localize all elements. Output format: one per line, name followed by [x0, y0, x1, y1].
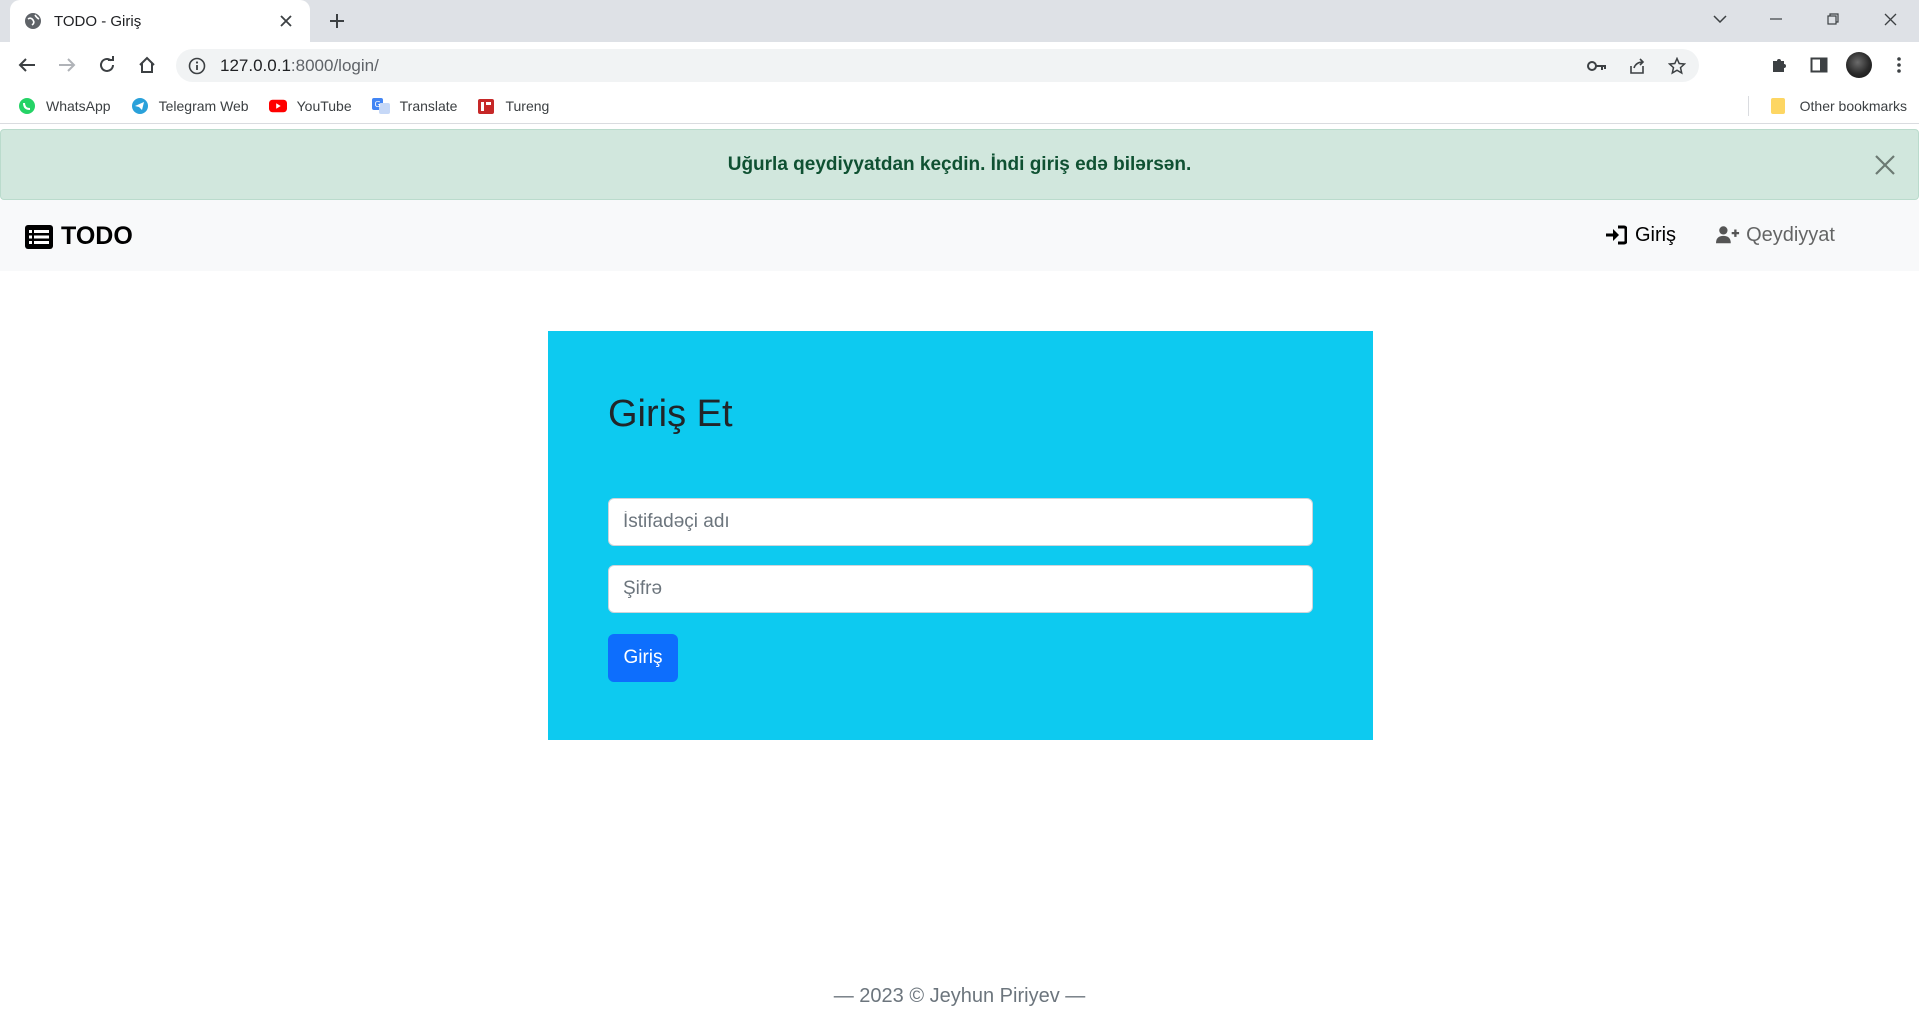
url-path: :8000/login/	[290, 55, 379, 75]
bookmark-youtube[interactable]: YouTube	[268, 97, 352, 115]
minimize-icon[interactable]	[1748, 0, 1804, 38]
nav-register-link[interactable]: Qeydiyyat	[1716, 224, 1835, 247]
nav-login-label: Giriş	[1634, 224, 1677, 246]
new-tab-icon[interactable]	[323, 9, 351, 33]
user-plus-icon	[1716, 225, 1740, 247]
telegram-icon	[131, 97, 149, 115]
brand-name: TODO	[61, 222, 133, 250]
address-bar[interactable]: 127.0.0.1:8000/login/	[176, 49, 1699, 82]
svg-text:G: G	[374, 100, 380, 109]
login-title: Giriş Et	[608, 393, 733, 435]
nav-login-link[interactable]: Giriş	[1605, 224, 1676, 247]
menu-icon[interactable]	[1879, 50, 1919, 80]
close-alert-icon[interactable]	[1870, 150, 1900, 180]
bookmarks-divider	[1748, 96, 1749, 116]
other-bookmarks-label: Other bookmarks	[1799, 98, 1907, 114]
tab-search-icon[interactable]	[1692, 0, 1748, 38]
bookmark-label: Tureng	[505, 97, 550, 114]
back-icon[interactable]	[12, 50, 42, 80]
site-navbar: TODO Giriş Qeydiyyat	[0, 200, 1919, 271]
translate-icon: G	[371, 97, 390, 115]
username-input[interactable]	[608, 498, 1313, 546]
key-icon[interactable]	[1585, 54, 1609, 78]
share-icon[interactable]	[1625, 54, 1649, 78]
close-tab-icon[interactable]	[276, 11, 296, 31]
bookmark-whatsapp[interactable]: WhatsApp	[18, 97, 111, 115]
other-bookmarks[interactable]: Other bookmarks	[1770, 88, 1907, 124]
restore-icon[interactable]	[1805, 0, 1861, 38]
login-button[interactable]: Giriş	[608, 634, 678, 682]
bookmark-tureng[interactable]: Tureng	[477, 97, 549, 115]
list-icon	[25, 224, 53, 249]
site-info-icon[interactable]	[188, 57, 206, 75]
bookmark-star-icon[interactable]	[1665, 54, 1689, 78]
extensions-icon[interactable]	[1759, 50, 1799, 80]
bookmark-translate[interactable]: G Translate	[371, 97, 458, 115]
side-panel-icon[interactable]	[1799, 50, 1839, 80]
globe-icon	[24, 12, 42, 30]
bookmark-label: Telegram Web	[158, 97, 249, 114]
close-window-icon[interactable]	[1862, 0, 1918, 38]
profile-avatar[interactable]	[1839, 50, 1879, 80]
url-host: 127.0.0.1	[220, 55, 291, 75]
url-text: 127.0.0.1:8000/login/	[220, 56, 379, 76]
password-input[interactable]	[608, 565, 1313, 613]
success-alert: Uğurla qeydiyyatdan keçdin. İndi giriş e…	[0, 129, 1919, 200]
youtube-icon	[268, 97, 287, 115]
bookmarks-bar: WhatsApp Telegram Web YouTube G Translat…	[0, 88, 1919, 124]
nav-register-label: Qeydiyyat	[1746, 224, 1835, 246]
brand-link[interactable]: TODO	[25, 222, 133, 251]
browser-tab[interactable]: TODO - Giriş	[10, 0, 310, 42]
reload-icon[interactable]	[92, 50, 122, 80]
footer-text: — 2023 © Jeyhun Piriyev —	[833, 985, 1086, 1007]
sign-in-icon	[1605, 225, 1629, 247]
tureng-icon	[477, 97, 495, 115]
bookmark-label: WhatsApp	[46, 97, 111, 114]
forward-icon[interactable]	[52, 50, 82, 80]
login-card: Giriş Et Giriş	[548, 331, 1373, 740]
tab-title: TODO - Giriş	[54, 12, 142, 30]
folder-icon	[1770, 97, 1788, 115]
avatar	[1846, 52, 1872, 78]
bookmark-telegram[interactable]: Telegram Web	[131, 97, 249, 115]
tab-strip: TODO - Giriş	[0, 0, 1919, 42]
bookmark-label: YouTube	[296, 97, 352, 114]
browser-toolbar: 127.0.0.1:8000/login/	[0, 42, 1919, 88]
home-icon[interactable]	[132, 50, 162, 80]
whatsapp-icon	[18, 97, 36, 115]
alert-message: Uğurla qeydiyyatdan keçdin. İndi giriş e…	[727, 153, 1192, 175]
bookmark-label: Translate	[399, 97, 458, 114]
